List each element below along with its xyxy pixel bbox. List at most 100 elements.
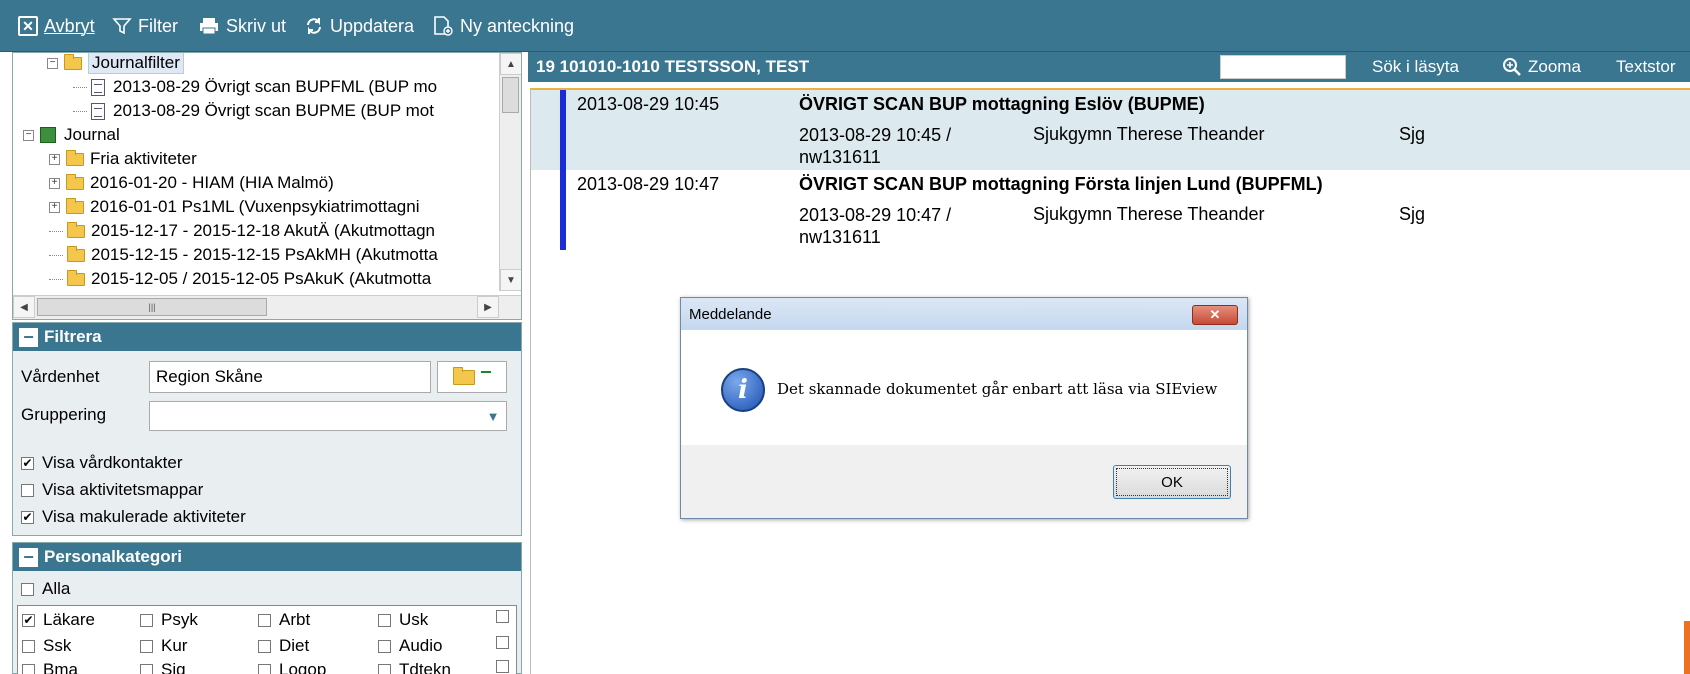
tree-item-folder[interactable]: + Fria aktiviteter [49,147,197,171]
expand-icon[interactable]: + [49,153,60,165]
staff-section-header[interactable]: − Personalkategori [13,543,521,571]
folder-icon [67,245,85,262]
dialog-body: i Det skannade dokumentet går enbart att… [681,330,1247,445]
checkbox-icon: ✔ [21,456,34,470]
patient-name: 19 101010-1010 TESTSSON, TEST [536,57,810,76]
tree-horizontal-scrollbar[interactable]: ◀ ||| ▶ [13,295,521,319]
tree-item-label: 2015-12-15 - 2015-12-15 PsAkMH (Akutmott… [91,245,438,264]
journal-entry[interactable]: 2013-08-29 10:45 ÖVRIGT SCAN BUP mottagn… [531,90,1690,170]
staff-checkbox[interactable]: Sjg [140,660,186,674]
tree-item-folder[interactable]: 2015-12-15 - 2015-12-15 PsAkMH (Akutmott… [49,243,438,267]
tree-vertical-scrollbar[interactable]: ▲ ▼ [499,53,521,291]
refresh-button[interactable]: Uppdatera [304,14,414,38]
checkbox-label: Audio [399,636,443,655]
refresh-label: Uppdatera [330,15,415,36]
expand-icon[interactable]: + [49,201,60,213]
dialog-title: Meddelande [689,306,772,323]
dialog-title-bar[interactable]: Meddelande ✕ [681,298,1247,330]
search-in-reading-area-button[interactable]: Sök i läsyta [1372,57,1459,77]
search-input[interactable] [1220,55,1346,79]
entry-signed-time: 2013-08-29 10:47 / [799,205,952,225]
tree-connector [73,110,87,112]
ok-button[interactable]: OK [1113,465,1231,499]
tree-item-doc[interactable]: 2013-08-29 Övrigt scan BUPFML (BUP mo [73,75,437,99]
staff-checkbox[interactable] [496,636,517,649]
collapse-icon[interactable]: − [23,129,34,141]
staff-checkbox[interactable]: Audio [378,636,442,656]
cancel-label: Avbryt [44,15,95,36]
folder-icon [67,269,85,286]
scroll-thumb[interactable]: ||| [37,298,267,316]
staff-checkbox[interactable]: Bma [22,660,78,674]
print-label: Skriv ut [226,15,287,36]
tree-item-label: Fria aktiviteter [90,149,197,168]
journal-entry[interactable]: 2013-08-29 10:47 ÖVRIGT SCAN BUP mottagn… [531,170,1690,250]
entry-staff: Sjukgymn Therese Theander [1033,124,1265,144]
staff-checkbox[interactable]: Ssk [22,636,71,656]
staff-checkbox[interactable]: Arbt [258,610,310,630]
scroll-thumb[interactable] [502,77,519,113]
show-care-contacts-checkbox[interactable]: ✔ Visa vårdkontakter [21,453,182,473]
tree-item-label: Journal [64,125,120,144]
cancel-button[interactable]: ✕ Avbryt [18,14,95,38]
checkbox-icon [140,663,153,674]
text-size-button[interactable]: Textstor [1616,57,1676,77]
show-cancelled-activities-checkbox[interactable]: ✔ Visa makulerade aktiviteter [21,507,246,527]
printer-icon [200,18,218,35]
chevron-down-icon[interactable]: ▼ [480,402,506,430]
unit-field[interactable]: Region Skåne [149,361,431,393]
print-button[interactable]: Skriv ut [198,14,286,38]
tree-item-folder[interactable]: + 2016-01-20 - HIAM (HIA Malmö) [49,171,334,195]
entry-signature: 2013-08-29 10:45 / nw131611 [799,124,951,168]
checkbox-icon [496,660,509,673]
scroll-left-icon[interactable]: ◀ [13,296,35,318]
checkbox-icon [21,483,34,497]
filter-section: − Filtrera Vårdenhet Region Skåne Gruppe… [12,322,522,536]
grouping-select[interactable]: ▼ [149,401,507,431]
tree-item-journal[interactable]: − Journal [23,123,120,147]
checkbox-icon [496,636,509,649]
scroll-down-icon[interactable]: ▼ [500,269,521,291]
staff-checkbox[interactable]: Kur [140,636,187,656]
staff-checkbox[interactable]: Tdtekn [378,660,451,674]
collapse-icon[interactable]: − [19,547,38,567]
tree-item-folder[interactable]: 2015-12-17 - 2015-12-18 AkutÄ (Akutmotta… [49,219,435,243]
zoom-button[interactable]: Zooma [1502,57,1581,77]
staff-checkbox[interactable]: Diet [258,636,309,656]
staff-checkbox[interactable]: ✔ Läkare [22,610,95,630]
new-note-button[interactable]: Ny anteckning [432,14,574,38]
filter-section-header[interactable]: − Filtrera [13,323,521,351]
checkbox-icon [258,639,271,653]
document-icon [91,102,105,120]
tree-item-doc[interactable]: 2013-08-29 Övrigt scan BUPME (BUP mot [73,99,434,123]
ok-label: OK [1161,473,1183,491]
scroll-right-icon[interactable]: ▶ [477,296,499,318]
tree-connector [49,230,63,232]
choose-unit-button[interactable] [437,361,507,393]
staff-checkbox[interactable] [496,660,517,673]
tree-item-folder[interactable]: + 2016-01-01 Ps1ML (Vuxenpsykiatrimottag… [49,195,419,219]
staff-checkbox[interactable] [496,610,517,623]
expand-icon[interactable]: + [49,177,60,189]
staff-checkbox[interactable]: Psyk [140,610,198,630]
journal-tree[interactable]: − Journalfilter 2013-08-29 Övrigt scan B… [12,52,522,320]
staff-checkbox[interactable]: Logop [258,660,326,674]
dialog-close-button[interactable]: ✕ [1192,305,1238,325]
collapse-icon[interactable]: − [19,327,38,347]
new-document-icon [434,16,453,36]
staff-category-grid: ✔ Läkare Psyk Arbt Usk Ssk Kur Diet Audio… [17,605,517,674]
staff-checkbox[interactable]: Usk [378,610,428,630]
show-activity-folders-checkbox[interactable]: Visa aktivitetsmappar [21,480,203,500]
entry-title: ÖVRIGT SCAN BUP mottagning Första linjen… [799,174,1323,194]
filter-button[interactable]: Filter [112,14,178,38]
close-box-icon: ✕ [18,16,38,36]
zoom-in-icon [1503,58,1521,76]
tree-item-folder[interactable]: 2015-12-05 / 2015-12-05 PsAkuK (Akutmott… [49,267,431,291]
checkbox-icon [378,639,391,653]
checkbox-label: Sjg [161,660,186,674]
collapse-icon[interactable]: − [47,57,58,69]
close-icon: ✕ [1209,307,1221,322]
all-staff-checkbox[interactable]: Alla [21,579,70,599]
scroll-up-icon[interactable]: ▲ [500,53,521,75]
tree-item-journalfilter[interactable]: − Journalfilter [47,53,184,75]
